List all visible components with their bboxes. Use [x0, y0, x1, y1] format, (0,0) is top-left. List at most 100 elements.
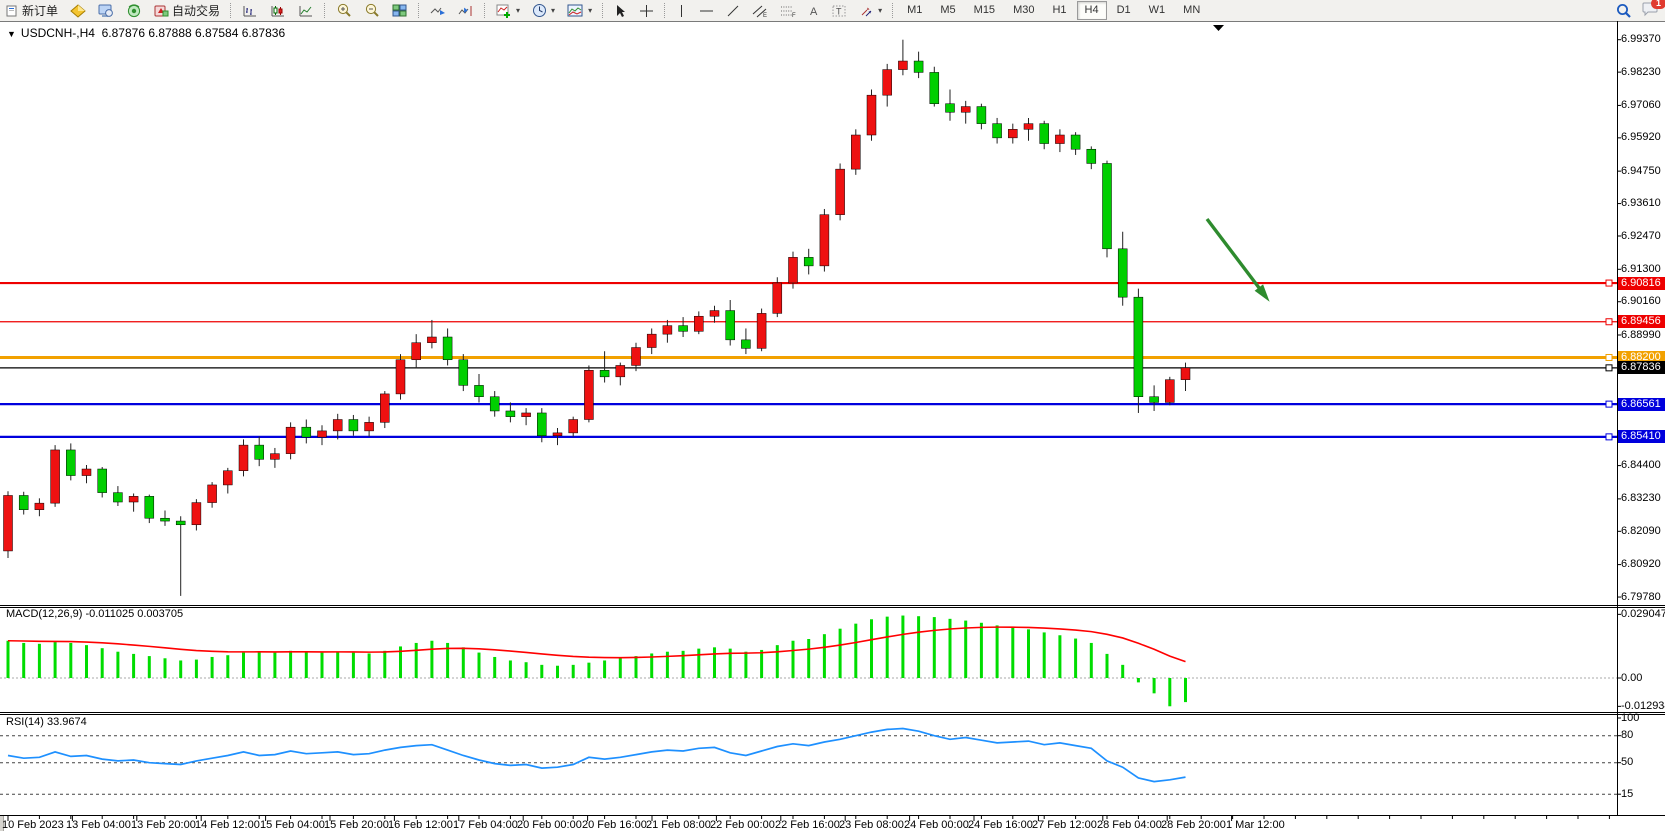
- candle-63: [993, 124, 1002, 138]
- zoom-in-button[interactable]: [331, 0, 357, 21]
- text-label-icon: T: [832, 4, 847, 18]
- candle-8: [129, 496, 138, 502]
- text-button[interactable]: A: [803, 0, 825, 21]
- time-label-4: 15 Feb 04:00: [260, 819, 325, 831]
- auto-trading-label: 自动交易: [172, 2, 220, 19]
- candle-21: [333, 420, 342, 431]
- candle-29: [459, 360, 468, 386]
- chart-shift-button[interactable]: [453, 0, 479, 21]
- new-order-button[interactable]: 新订单: [1, 0, 63, 21]
- vertical-line-button[interactable]: [671, 0, 692, 21]
- auto-scroll-button[interactable]: [425, 0, 451, 21]
- trendline-icon: [726, 4, 740, 18]
- hline-handle[interactable]: [1606, 401, 1612, 407]
- candlestick-chart-button[interactable]: [265, 0, 291, 21]
- candle-53: [836, 169, 845, 215]
- candle-71: [1118, 249, 1127, 297]
- hline-handle[interactable]: [1606, 365, 1612, 371]
- broadcast-icon: [126, 4, 142, 18]
- auto-trading-button[interactable]: 自动交易: [149, 0, 225, 21]
- indicators-button[interactable]: ▾: [491, 0, 525, 21]
- timeframe-m15-button[interactable]: M15: [966, 1, 1003, 20]
- candle-41: [647, 334, 656, 347]
- time-label-11: 22 Feb 00:00: [710, 819, 775, 831]
- timeframe-mn-button[interactable]: MN: [1175, 1, 1208, 20]
- hline-handle[interactable]: [1606, 354, 1612, 360]
- time-label-13: 23 Feb 08:00: [839, 819, 904, 831]
- candle-3: [51, 450, 60, 503]
- candle-38: [600, 370, 609, 377]
- equidistant-channel-button[interactable]: E: [747, 0, 773, 21]
- timeframe-m5-button[interactable]: M5: [932, 1, 963, 20]
- chart-canvas[interactable]: [0, 21, 1665, 837]
- time-label-17: 28 Feb 04:00: [1097, 819, 1162, 831]
- candle-28: [443, 337, 452, 360]
- timeframe-m30-button[interactable]: M30: [1005, 1, 1042, 20]
- candle-30: [475, 385, 484, 396]
- candle-69: [1087, 149, 1096, 163]
- zoom-out-icon: [364, 3, 380, 18]
- notification-badge: 1: [1651, 0, 1665, 9]
- candle-48: [757, 313, 766, 348]
- candle-46: [726, 311, 735, 340]
- auto-scroll-icon: [430, 4, 446, 18]
- one-click-trading-toggle-icon[interactable]: ▼: [7, 29, 16, 39]
- hline-handle[interactable]: [1606, 319, 1612, 325]
- tile-windows-button[interactable]: [387, 0, 413, 21]
- text-label-button[interactable]: T: [827, 0, 852, 21]
- candle-11: [176, 521, 185, 525]
- bar-chart-button[interactable]: [237, 0, 263, 21]
- crosshair-button[interactable]: [634, 0, 659, 21]
- hline-handle[interactable]: [1606, 434, 1612, 440]
- price-tick-6.83230: 6.83230: [1621, 492, 1665, 505]
- svg-text:T: T: [836, 6, 842, 16]
- price-line-label-6.87836: 6.87836: [1618, 361, 1665, 374]
- time-label-1: 13 Feb 04:00: [66, 819, 131, 831]
- hline-handle[interactable]: [1606, 280, 1612, 286]
- trendline-button[interactable]: [721, 0, 745, 21]
- arrows-button[interactable]: ▾: [854, 0, 887, 21]
- timeframe-d1-button[interactable]: D1: [1109, 1, 1139, 20]
- candle-14: [223, 471, 232, 485]
- candle-5: [82, 469, 91, 476]
- price-tick-6.97060: 6.97060: [1621, 99, 1665, 112]
- market-watch-button[interactable]: [65, 0, 91, 21]
- candle-35: [553, 433, 562, 436]
- candle-26: [412, 343, 421, 360]
- timeframe-w1-button[interactable]: W1: [1141, 1, 1174, 20]
- notifications-button[interactable]: 1: [1642, 2, 1659, 20]
- price-tick-6.88990: 6.88990: [1621, 329, 1665, 342]
- candle-2: [35, 503, 44, 510]
- timeframe-h1-button[interactable]: H1: [1044, 1, 1074, 20]
- candle-6: [98, 469, 107, 493]
- fibonacci-button[interactable]: F: [775, 0, 801, 21]
- search-icon[interactable]: [1616, 3, 1632, 19]
- rsi-axis-100: 100: [1621, 712, 1665, 725]
- candle-7: [113, 493, 122, 502]
- horizontal-line-button[interactable]: [694, 0, 719, 21]
- toolbar-separator: [324, 3, 326, 18]
- candle-75: [1181, 368, 1190, 380]
- zoom-out-button[interactable]: [359, 0, 385, 21]
- candle-4: [66, 450, 75, 476]
- navigator-button[interactable]: [121, 0, 147, 21]
- tile-windows-icon: [392, 4, 408, 18]
- line-chart-button[interactable]: [293, 0, 319, 21]
- price-tick-6.80920: 6.80920: [1621, 558, 1665, 571]
- timeframe-h4-button[interactable]: H4: [1077, 1, 1107, 20]
- workstation-icon: [98, 4, 114, 18]
- periods-button[interactable]: ▾: [527, 0, 560, 21]
- timeframe-m1-button[interactable]: M1: [899, 1, 930, 20]
- templates-button[interactable]: ▾: [562, 0, 597, 21]
- candle-39: [616, 365, 625, 376]
- price-tick-6.79780: 6.79780: [1621, 591, 1665, 604]
- toolbar-separator: [418, 3, 420, 18]
- price-line-label-6.89456: 6.89456: [1618, 315, 1665, 328]
- arrows-icon: [859, 4, 874, 18]
- data-window-button[interactable]: [93, 0, 119, 21]
- cursor-button[interactable]: [609, 0, 632, 21]
- candle-20: [318, 431, 327, 437]
- candle-70: [1103, 163, 1112, 248]
- candle-42: [663, 326, 672, 335]
- candle-45: [710, 311, 719, 317]
